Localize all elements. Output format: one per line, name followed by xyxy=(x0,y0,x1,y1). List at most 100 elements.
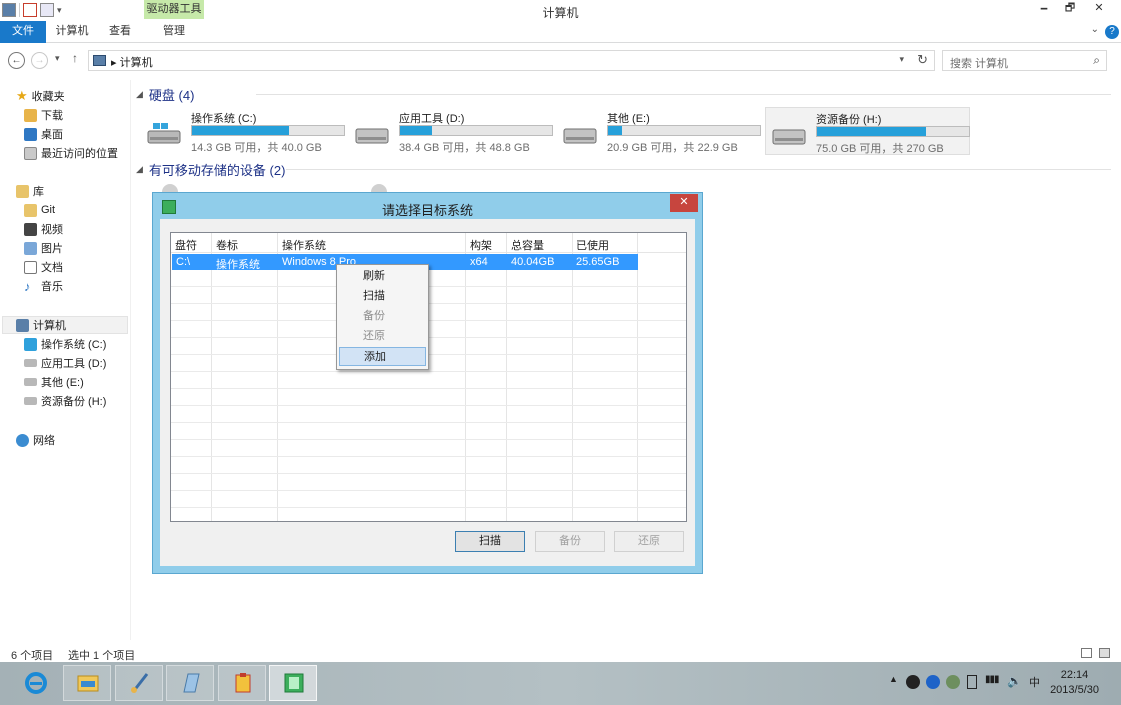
tab-view[interactable]: 查看 xyxy=(101,21,139,43)
nav-favorites[interactable]: ★ 收藏夹 xyxy=(16,87,65,105)
taskbar: ▲ ▮▮▮ 🔈 中 22:14 2013/5/30 xyxy=(0,662,1121,705)
address-bar-row: ← → ▾ ↑ ▸ 计算机 ▾ ↻ 搜索 计算机 ⌕ xyxy=(0,44,1121,76)
collapse-icon[interactable]: ◢ xyxy=(136,89,143,100)
column-header-volume[interactable]: 卷标 xyxy=(216,237,238,253)
battery-icon[interactable] xyxy=(967,675,977,689)
drive-usage-fill xyxy=(817,127,927,136)
show-hidden-icons[interactable]: ▲ xyxy=(889,674,898,684)
internet-explorer-icon xyxy=(25,672,47,694)
column-header-total[interactable]: 总容量 xyxy=(511,237,544,253)
close-window-button[interactable]: ✕ xyxy=(1077,0,1121,18)
dialog-title-bar[interactable]: 请选择目标系统 ✕ xyxy=(153,193,702,219)
menu-item-refresh[interactable]: 刷新 xyxy=(339,267,426,286)
taskbar-sticky-app[interactable] xyxy=(218,665,266,701)
recent-locations-icon[interactable]: ▾ xyxy=(55,53,60,64)
nav-item-label: 最近访问的位置 xyxy=(41,148,118,160)
address-field[interactable]: ▸ 计算机 ▾ ↻ xyxy=(88,50,935,71)
taskbar-ie[interactable] xyxy=(11,665,59,701)
back-button[interactable]: ← xyxy=(8,52,25,69)
selection-count: 选中 1 个项目 xyxy=(68,650,136,662)
clock[interactable]: 22:14 2013/5/30 xyxy=(1050,668,1099,698)
nav-network[interactable]: 网络 xyxy=(16,431,55,449)
nav-item-label: 视频 xyxy=(41,224,63,236)
up-button[interactable]: ↑ xyxy=(72,51,78,65)
breadcrumb-computer[interactable]: 计算机 xyxy=(120,57,153,69)
nav-item-desktop[interactable]: 桌面 xyxy=(24,125,63,143)
desktop-icon xyxy=(24,127,37,141)
ribbon-expand-icon[interactable]: ⌄ xyxy=(1091,24,1099,35)
group-label: 硬盘 (4) xyxy=(148,87,195,103)
nav-item-documents[interactable]: 文档 xyxy=(24,258,63,276)
drive-tile-h[interactable]: 资源备份 (H:) 75.0 GB 可用，共 270 GB xyxy=(765,107,970,155)
folder-icon xyxy=(77,675,99,692)
windows-drive-icon xyxy=(147,123,181,144)
nav-item-label: 其他 (E:) xyxy=(41,377,84,389)
drive-tile-e[interactable]: 其他 (E:) 20.9 GB 可用，共 22.9 GB xyxy=(557,107,761,155)
nav-item-recent[interactable]: 最近访问的位置 xyxy=(24,144,118,162)
window-title: 计算机 xyxy=(542,6,579,20)
menu-item-backup[interactable]: 备份 xyxy=(339,307,426,326)
nav-computer[interactable]: 计算机 xyxy=(2,316,128,334)
removable-drive-icon[interactable] xyxy=(162,184,178,192)
pane-divider[interactable] xyxy=(130,80,131,640)
volume-icon[interactable]: 🔈 xyxy=(1007,674,1022,688)
drive-tile-d[interactable]: 应用工具 (D:) 38.4 GB 可用，共 48.8 GB xyxy=(349,107,553,155)
nav-item-drive-h[interactable]: 资源备份 (H:) xyxy=(24,392,106,410)
collapse-icon[interactable]: ◢ xyxy=(136,164,143,175)
qq-icon[interactable] xyxy=(906,675,920,689)
taskbar-file-explorer[interactable] xyxy=(63,665,111,701)
restore-button[interactable]: 还原 xyxy=(614,531,684,552)
forward-button[interactable]: → xyxy=(31,52,48,69)
column-header-drive[interactable]: 盘符 xyxy=(175,237,197,253)
table-row xyxy=(171,457,686,474)
cell-drive: C:\ xyxy=(176,256,191,268)
nav-item-videos[interactable]: 视频 xyxy=(24,220,63,238)
tab-manage[interactable]: 管理 xyxy=(144,21,204,43)
nav-item-drive-e[interactable]: 其他 (E:) xyxy=(24,373,84,391)
removable-drive-icon[interactable] xyxy=(371,184,387,192)
nav-item-git[interactable]: Git xyxy=(24,201,55,219)
menu-item-add[interactable]: 添加 xyxy=(339,347,426,366)
table-row xyxy=(171,491,686,508)
address-history-icon[interactable]: ▾ xyxy=(899,54,904,65)
drive-tile-c[interactable]: 操作系统 (C:) 14.3 GB 可用，共 40.0 GB xyxy=(141,107,345,155)
breadcrumb[interactable]: ▸ 计算机 xyxy=(111,54,153,70)
drive-usage-fill xyxy=(192,126,290,135)
refresh-icon[interactable]: ↻ xyxy=(917,52,928,68)
backup-button[interactable]: 备份 xyxy=(535,531,605,552)
taskbar-paint[interactable] xyxy=(115,665,163,701)
tab-file[interactable]: 文件 xyxy=(0,21,46,43)
column-header-os[interactable]: 操作系统 xyxy=(282,237,326,253)
nav-item-drive-d[interactable]: 应用工具 (D:) xyxy=(24,354,106,372)
help-icon[interactable]: ? xyxy=(1105,25,1119,39)
column-header-used[interactable]: 已使用 xyxy=(576,237,609,253)
security-icon[interactable] xyxy=(946,675,960,689)
nav-item-pictures[interactable]: 图片 xyxy=(24,239,63,257)
update-icon[interactable] xyxy=(926,675,940,689)
column-header-arch[interactable]: 构架 xyxy=(470,237,492,253)
scan-button[interactable]: 扫描 xyxy=(455,531,525,552)
taskbar-backup-tool[interactable] xyxy=(269,665,317,701)
taskbar-notepad[interactable] xyxy=(166,665,214,701)
search-icon[interactable]: ⌕ xyxy=(1093,53,1100,68)
library-icon xyxy=(16,184,29,198)
nav-item-downloads[interactable]: 下载 xyxy=(24,106,63,124)
menu-item-scan[interactable]: 扫描 xyxy=(339,287,426,306)
tab-computer[interactable]: 计算机 xyxy=(52,21,92,43)
search-input[interactable]: 搜索 计算机 ⌕ xyxy=(942,50,1107,71)
details-view-icon[interactable] xyxy=(1081,648,1092,658)
group-header-hard-disks[interactable]: ◢ 硬盘 (4) xyxy=(136,85,1111,103)
drive-usage-bar xyxy=(816,126,970,137)
group-divider xyxy=(256,94,1111,95)
nav-libraries[interactable]: 库 xyxy=(16,182,44,200)
ime-indicator[interactable]: 中 xyxy=(1029,674,1040,690)
nav-libraries-label: 库 xyxy=(33,186,44,198)
network-signal-icon[interactable]: ▮▮▮ xyxy=(985,674,999,685)
group-header-removable[interactable]: ◢ 有可移动存储的设备 (2) xyxy=(136,160,1111,178)
nav-item-music[interactable]: ♪ 音乐 xyxy=(24,277,63,295)
minimize-button[interactable]: 🗕 xyxy=(1031,0,1057,18)
nav-item-drive-c[interactable]: 操作系统 (C:) xyxy=(24,335,106,353)
tiles-view-icon[interactable] xyxy=(1099,648,1110,658)
menu-item-restore[interactable]: 还原 xyxy=(339,327,426,346)
dialog-close-button[interactable]: ✕ xyxy=(670,194,698,212)
